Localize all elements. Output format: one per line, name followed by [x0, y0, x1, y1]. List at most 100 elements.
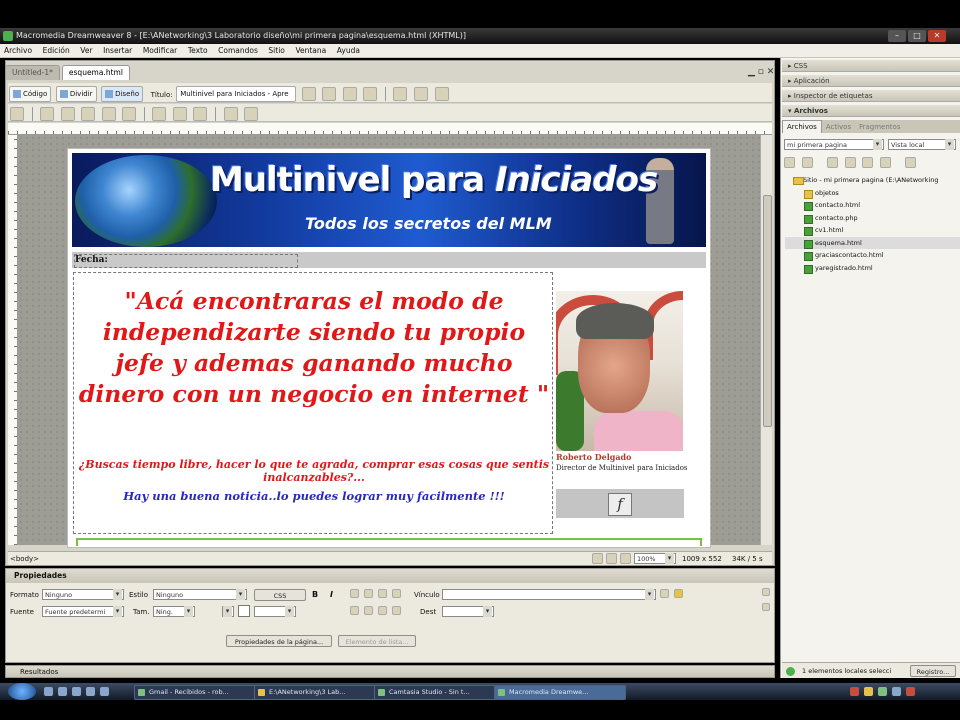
tree-item[interactable]: graciascontacto.html [785, 249, 960, 262]
text-color-swatch[interactable] [238, 605, 250, 617]
help-icon[interactable] [762, 588, 770, 596]
bold-button[interactable]: B [312, 590, 318, 599]
fecha-row[interactable]: Fecha: [72, 252, 706, 268]
cut-icon[interactable] [152, 107, 167, 121]
zoom-select[interactable]: 100% [634, 553, 676, 564]
window-size[interactable]: 1009 x 552 [682, 552, 722, 566]
validate-icon[interactable] [301, 87, 316, 101]
tree-item-selected[interactable]: esquema.html [785, 236, 960, 249]
registro-button[interactable]: Registro... [910, 665, 956, 677]
zoom-tool-icon[interactable] [620, 553, 631, 564]
paste-icon[interactable] [193, 107, 208, 121]
tag-selector-body[interactable]: <body> [10, 552, 39, 566]
code-view-button[interactable]: Código [9, 86, 52, 102]
menu-ver[interactable]: Ver [76, 46, 96, 55]
css-button[interactable]: CSS [254, 589, 306, 601]
menu-texto[interactable]: Texto [184, 46, 212, 55]
tree-item[interactable]: objetos [785, 187, 960, 200]
quicklaunch-browser-icon[interactable] [58, 687, 67, 696]
menu-ventana[interactable]: Ventana [291, 46, 330, 55]
tab-fragmentos[interactable]: Fragmentos [855, 121, 904, 133]
tray-icon-4[interactable] [892, 687, 901, 696]
redo-icon[interactable] [244, 107, 259, 121]
browse-folder-icon[interactable] [674, 589, 683, 598]
menu-modificar[interactable]: Modificar [139, 46, 181, 55]
preview-icon[interactable] [342, 87, 357, 101]
check-out-icon[interactable] [862, 157, 874, 168]
new-file-icon[interactable] [10, 107, 24, 121]
aplicacion-panel-header[interactable]: ▸ Aplicación [782, 75, 960, 87]
print-icon[interactable] [122, 107, 137, 121]
get-files-icon[interactable] [827, 157, 839, 168]
save-icon[interactable] [81, 107, 96, 121]
menu-insertar[interactable]: Insertar [99, 46, 136, 55]
tab-untitled[interactable]: Untitled-1* [5, 65, 60, 80]
ordered-list-icon[interactable] [364, 606, 373, 615]
quicklaunch-folder-icon[interactable] [72, 687, 81, 696]
quicklaunch-desktop-icon[interactable] [44, 687, 53, 696]
taskbar-item-dreamweaver[interactable]: Macromedia Dreamwe... [494, 685, 626, 700]
visual-aids-icon[interactable] [434, 87, 449, 101]
menu-ayuda[interactable]: Ayuda [333, 46, 364, 55]
text-color-input[interactable] [254, 606, 296, 617]
start-button-icon[interactable] [8, 683, 36, 700]
outdent-icon[interactable] [378, 606, 387, 615]
taskbar-item-gmail[interactable]: Gmail - Recibidos - rob... [134, 685, 266, 700]
doc-window-controls[interactable]: ▁ ▫ ✕ [748, 67, 774, 77]
tray-icon-2[interactable] [864, 687, 873, 696]
align-right-icon[interactable] [378, 589, 387, 598]
browse-icon[interactable] [60, 107, 75, 121]
menu-sitio[interactable]: Sitio [264, 46, 288, 55]
taskbar-item-explorer[interactable]: E:\ANetworking\3 Lab... [254, 685, 386, 700]
file-management-icon[interactable] [322, 87, 337, 101]
size-unit-select[interactable] [222, 606, 234, 617]
dest-select[interactable] [442, 606, 494, 617]
check-in-icon[interactable] [879, 157, 891, 168]
copy-icon[interactable] [172, 107, 187, 121]
globe-icon[interactable] [363, 87, 378, 101]
view-options-icon[interactable] [414, 87, 429, 101]
maximize-button[interactable]: □ [908, 30, 926, 42]
css-panel-header[interactable]: ▸ CSS [782, 60, 960, 72]
italic-button[interactable]: I [330, 590, 333, 599]
align-center-icon[interactable] [364, 589, 373, 598]
quick-tag-editor-icon[interactable] [762, 603, 770, 611]
menu-archivo[interactable]: Archivo [0, 46, 36, 55]
tray-icon-3[interactable] [878, 687, 887, 696]
align-left-icon[interactable] [350, 589, 359, 598]
tray-icon-1[interactable] [850, 687, 859, 696]
taskbar-item-camtasia[interactable]: Camtasia Studio - Sin t... [374, 685, 506, 700]
point-to-file-icon[interactable] [660, 589, 669, 598]
tab-activos[interactable]: Activos [822, 121, 855, 133]
inspector-panel-header[interactable]: ▸ Inspector de etiquetas [782, 90, 960, 102]
expand-icon[interactable] [905, 157, 917, 168]
design-view-button[interactable]: Diseño [101, 86, 144, 102]
page-title-input[interactable]: Multinivel para Iniciados - Apre [176, 86, 297, 102]
tree-item[interactable]: cv1.html [785, 224, 960, 237]
archivos-panel-header[interactable]: ▾ Archivos [782, 105, 960, 117]
hand-tool-icon[interactable] [606, 553, 617, 564]
undo-icon[interactable] [223, 107, 238, 121]
tree-item[interactable]: contacto.html [785, 199, 960, 212]
fuente-select[interactable]: Fuente predetermi [42, 606, 124, 617]
open-folder-icon[interactable] [40, 107, 55, 121]
close-button[interactable]: ✕ [928, 30, 946, 42]
tab-archivos[interactable]: Archivos [782, 120, 822, 133]
view-select[interactable]: Vista local [888, 139, 956, 150]
unordered-list-icon[interactable] [350, 606, 359, 615]
refresh-icon[interactable] [393, 87, 408, 101]
quicklaunch-app-icon[interactable] [100, 687, 109, 696]
menu-edicion[interactable]: Edición [39, 46, 74, 55]
tam-select[interactable]: Ning. [153, 606, 195, 617]
flash-placeholder[interactable]: f [556, 489, 684, 518]
canvas-scrollbar[interactable] [760, 135, 772, 545]
quicklaunch-media-icon[interactable] [86, 687, 95, 696]
justify-icon[interactable] [392, 589, 401, 598]
connect-icon[interactable] [784, 157, 795, 168]
site-select[interactable]: mi primera pagina [784, 139, 884, 150]
list-item-button[interactable]: Elemento de lista... [338, 635, 416, 647]
indent-icon[interactable] [392, 606, 401, 615]
results-panel-header[interactable]: Resultados [5, 665, 775, 678]
menu-comandos[interactable]: Comandos [214, 46, 262, 55]
split-view-button[interactable]: Dividir [55, 86, 97, 102]
